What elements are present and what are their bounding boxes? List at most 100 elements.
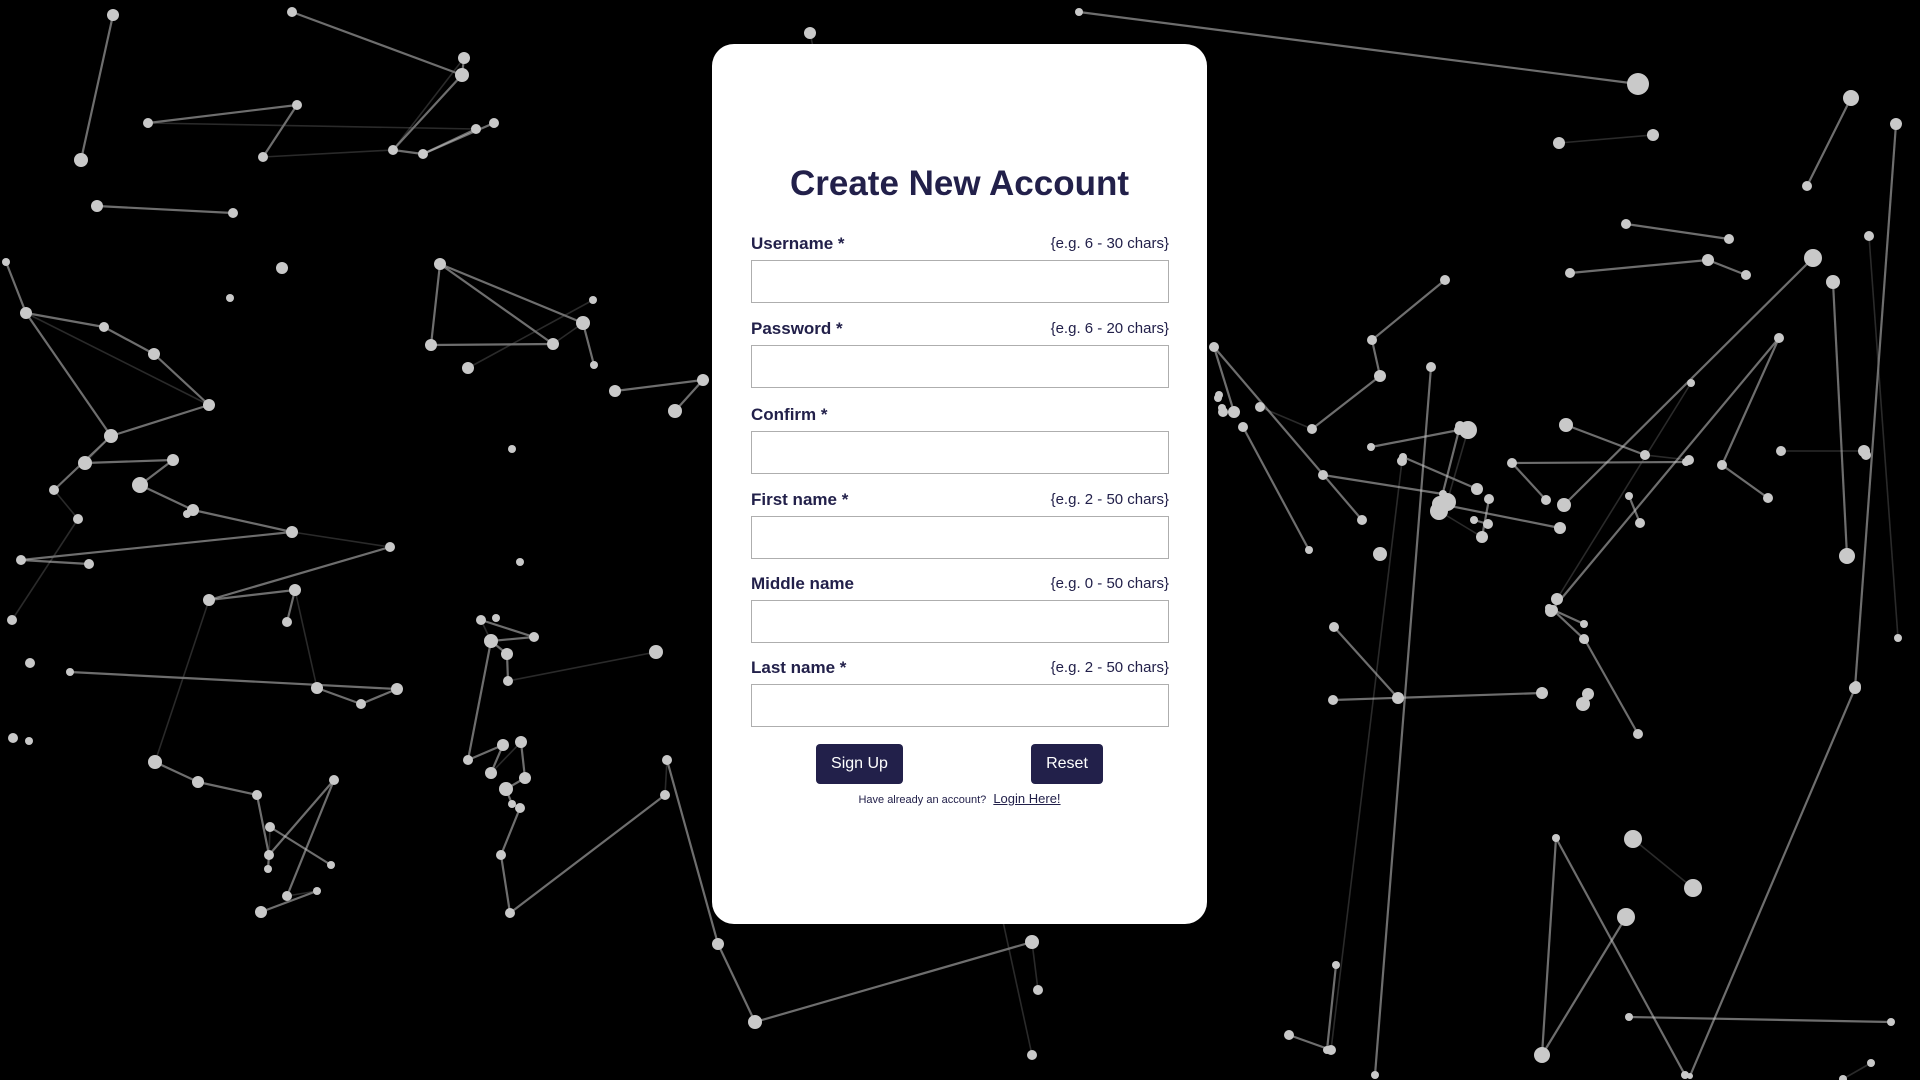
last-name-field-group: Last name * {e.g. 2 - 50 chars} — [751, 658, 1169, 727]
particle-link — [466, 640, 493, 761]
particle-dot — [1851, 681, 1861, 691]
particle-link — [25, 312, 112, 437]
particle-dot — [287, 7, 297, 17]
particle-dot — [489, 118, 499, 128]
password-input[interactable] — [751, 345, 1169, 388]
particle-dot — [484, 634, 498, 648]
particle-link — [84, 458, 174, 465]
particle-link — [429, 263, 442, 346]
confirm-input[interactable] — [751, 431, 1169, 474]
password-label: Password * — [751, 319, 843, 338]
particle-link — [153, 353, 210, 406]
particle-link — [507, 651, 657, 682]
particle-dot — [1576, 697, 1590, 711]
particle-dot — [289, 584, 301, 596]
particle-dot — [1763, 493, 1773, 503]
particle-dot — [183, 510, 191, 518]
particle-dot — [1318, 470, 1328, 480]
particle-dot — [1861, 450, 1871, 460]
particle-dot — [8, 733, 18, 743]
username-hint: {e.g. 6 - 30 chars} — [1050, 235, 1169, 252]
particle-link — [79, 14, 115, 161]
last-name-input[interactable] — [751, 684, 1169, 727]
particle-dot — [1724, 234, 1734, 244]
particle-dot — [1033, 985, 1043, 995]
particle-dot — [1580, 620, 1588, 628]
particle-dot — [1843, 90, 1859, 106]
particle-link — [430, 342, 554, 347]
particle-dot — [697, 374, 709, 386]
particle-dot — [1483, 519, 1493, 529]
reset-button[interactable]: Reset — [1031, 744, 1103, 784]
particle-link — [103, 326, 155, 355]
particle-link — [1565, 423, 1646, 457]
particle-dot — [516, 558, 524, 566]
particle-dot — [1454, 425, 1464, 435]
particle-dot — [1864, 231, 1874, 241]
particle-dot — [311, 682, 323, 694]
particle-dot — [1367, 443, 1375, 451]
sign-up-button[interactable]: Sign Up — [816, 744, 903, 784]
last-name-hint: {e.g. 2 - 50 chars} — [1050, 659, 1169, 676]
particle-dot — [1581, 636, 1589, 644]
particle-dot — [1687, 1073, 1693, 1079]
particle-link — [614, 378, 704, 393]
particle-dot — [1209, 342, 1219, 352]
particle-dot — [1255, 402, 1265, 412]
particle-link — [1402, 455, 1478, 491]
particle-link — [392, 57, 465, 151]
particle-dot — [609, 385, 621, 397]
particle-dot — [1332, 961, 1340, 969]
middle-name-input[interactable] — [751, 600, 1169, 643]
particle-dot — [264, 850, 274, 860]
particle-link — [139, 484, 194, 511]
confirm-label: Confirm * — [751, 405, 828, 424]
particle-link — [1688, 685, 1858, 1077]
particle-link — [665, 759, 720, 945]
particle-dot — [66, 668, 74, 676]
particle-link — [1625, 222, 1730, 241]
particle-dot — [1617, 908, 1635, 926]
particle-link — [664, 759, 668, 796]
first-name-field-group: First name * {e.g. 2 - 50 chars} — [751, 490, 1169, 559]
particle-dot — [492, 614, 500, 622]
particle-dot — [1305, 546, 1313, 554]
particle-dot — [1536, 687, 1548, 699]
particle-dot — [264, 865, 272, 873]
particle-link — [262, 149, 394, 158]
particle-dot — [1534, 1047, 1550, 1063]
particle-link — [291, 531, 391, 548]
particle-dot — [203, 594, 215, 606]
particle-link — [294, 589, 318, 689]
particle-dot — [292, 100, 302, 110]
particle-dot — [1218, 404, 1226, 412]
particle-link — [1213, 346, 1363, 521]
particle-dot — [1559, 418, 1573, 432]
particle-dot — [1399, 453, 1407, 461]
particle-dot — [418, 149, 428, 159]
first-name-input[interactable] — [751, 516, 1169, 559]
particle-dot — [1621, 219, 1631, 229]
particle-link — [268, 779, 335, 856]
particle-link — [316, 686, 362, 706]
particle-dot — [1802, 181, 1812, 191]
login-link[interactable]: Login Here! — [993, 791, 1060, 806]
particle-link — [147, 122, 477, 130]
particle-dot — [668, 404, 682, 418]
particle-dot — [1684, 879, 1702, 897]
username-label: Username * — [751, 234, 845, 253]
username-input[interactable] — [751, 260, 1169, 303]
particle-dot — [1507, 458, 1517, 468]
particle-link — [269, 826, 332, 866]
particle-dot — [1228, 406, 1240, 418]
particle-link — [1584, 639, 1639, 735]
particle-link — [96, 204, 234, 215]
particle-dot — [804, 27, 816, 39]
particle-dot — [327, 861, 335, 869]
particle-link — [1333, 626, 1399, 699]
particle-dot — [1702, 254, 1714, 266]
particle-link — [1439, 502, 1561, 530]
particle-dot — [1484, 494, 1494, 504]
particle-dot — [503, 676, 513, 686]
particle-dot — [649, 645, 663, 659]
